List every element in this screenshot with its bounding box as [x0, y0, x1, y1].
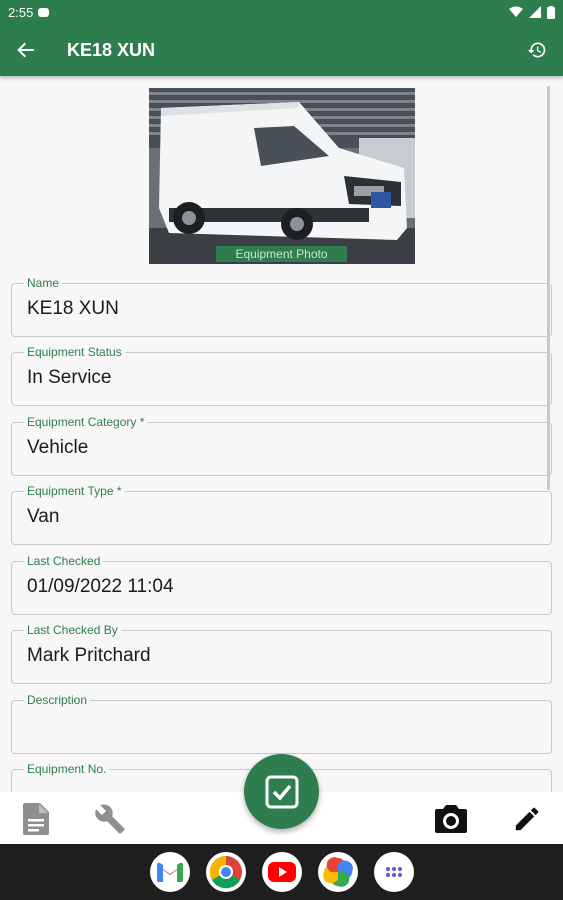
- signal-icon: [529, 6, 541, 18]
- youtube-app[interactable]: [262, 852, 302, 892]
- documents-button[interactable]: [19, 802, 53, 836]
- equipment-form[interactable]: Equipment Photo Name KE18 XUN Equipment …: [0, 76, 563, 792]
- van-photo-image: [149, 88, 415, 264]
- wifi-icon: [509, 6, 523, 17]
- name-label: Name: [24, 276, 63, 290]
- gmail-app[interactable]: [150, 852, 190, 892]
- app-drawer[interactable]: [374, 852, 414, 892]
- photos-app[interactable]: [318, 852, 358, 892]
- wrench-icon: [95, 804, 125, 834]
- edit-button[interactable]: [510, 802, 544, 836]
- app-drawer-icon: [386, 867, 402, 877]
- status-bar: 2:55: [0, 0, 563, 24]
- equipment-status-value: In Service: [27, 367, 112, 388]
- last-checked-value: 01/09/2022 11:04: [27, 576, 174, 597]
- description-label: Description: [24, 693, 91, 707]
- last-checked-by-field[interactable]: Last Checked By Mark Pritchard: [11, 623, 552, 684]
- message-notification-icon: [38, 7, 50, 17]
- chrome-app[interactable]: [206, 852, 246, 892]
- document-icon: [23, 803, 49, 835]
- system-dock: [0, 844, 563, 900]
- chrome-icon: [209, 855, 242, 889]
- back-button[interactable]: [0, 24, 52, 76]
- arrow-back-icon: [17, 42, 34, 58]
- equipment-type-label: Equipment Type *: [24, 484, 125, 498]
- page-title: KE18 XUN: [67, 39, 156, 60]
- equipment-photo[interactable]: Equipment Photo: [149, 88, 415, 264]
- photo-caption: Equipment Photo: [216, 246, 347, 262]
- pencil-icon: [515, 807, 539, 831]
- status-time: 2:55: [8, 4, 34, 20]
- photos-icon: [323, 857, 353, 887]
- equipment-type-field[interactable]: Equipment Type * Van: [11, 484, 552, 545]
- last-checked-by-value: Mark Pritchard: [27, 645, 151, 666]
- name-field[interactable]: Name KE18 XUN: [11, 276, 552, 337]
- description-field[interactable]: Description: [11, 693, 552, 754]
- equipment-no-label: Equipment No.: [24, 762, 110, 776]
- equipment-status-label: Equipment Status: [24, 345, 125, 359]
- app-bar: KE18 XUN: [0, 24, 563, 76]
- youtube-icon: [268, 862, 296, 882]
- check-button[interactable]: [244, 754, 319, 829]
- history-icon: [527, 42, 546, 58]
- equipment-category-field[interactable]: Equipment Category * Vehicle: [11, 415, 552, 476]
- equipment-category-value: Vehicle: [27, 437, 89, 458]
- last-checked-label: Last Checked: [24, 554, 104, 568]
- last-checked-by-label: Last Checked By: [24, 623, 121, 637]
- equipment-category-label: Equipment Category *: [24, 415, 148, 429]
- scrollbar[interactable]: [547, 86, 550, 490]
- battery-icon: [547, 5, 555, 19]
- last-checked-field[interactable]: Last Checked 01/09/2022 11:04: [11, 554, 552, 615]
- equipment-type-value: Van: [27, 506, 60, 527]
- maintenance-button[interactable]: [93, 802, 127, 836]
- checkbox-icon: [265, 775, 298, 808]
- equipment-status-field[interactable]: Equipment Status In Service: [11, 345, 552, 406]
- gmail-icon: [157, 862, 183, 882]
- history-button[interactable]: [511, 24, 563, 76]
- name-value: KE18 XUN: [27, 298, 119, 319]
- status-icons: [509, 5, 555, 19]
- camera-button[interactable]: [434, 802, 468, 836]
- camera-icon: [435, 805, 467, 833]
